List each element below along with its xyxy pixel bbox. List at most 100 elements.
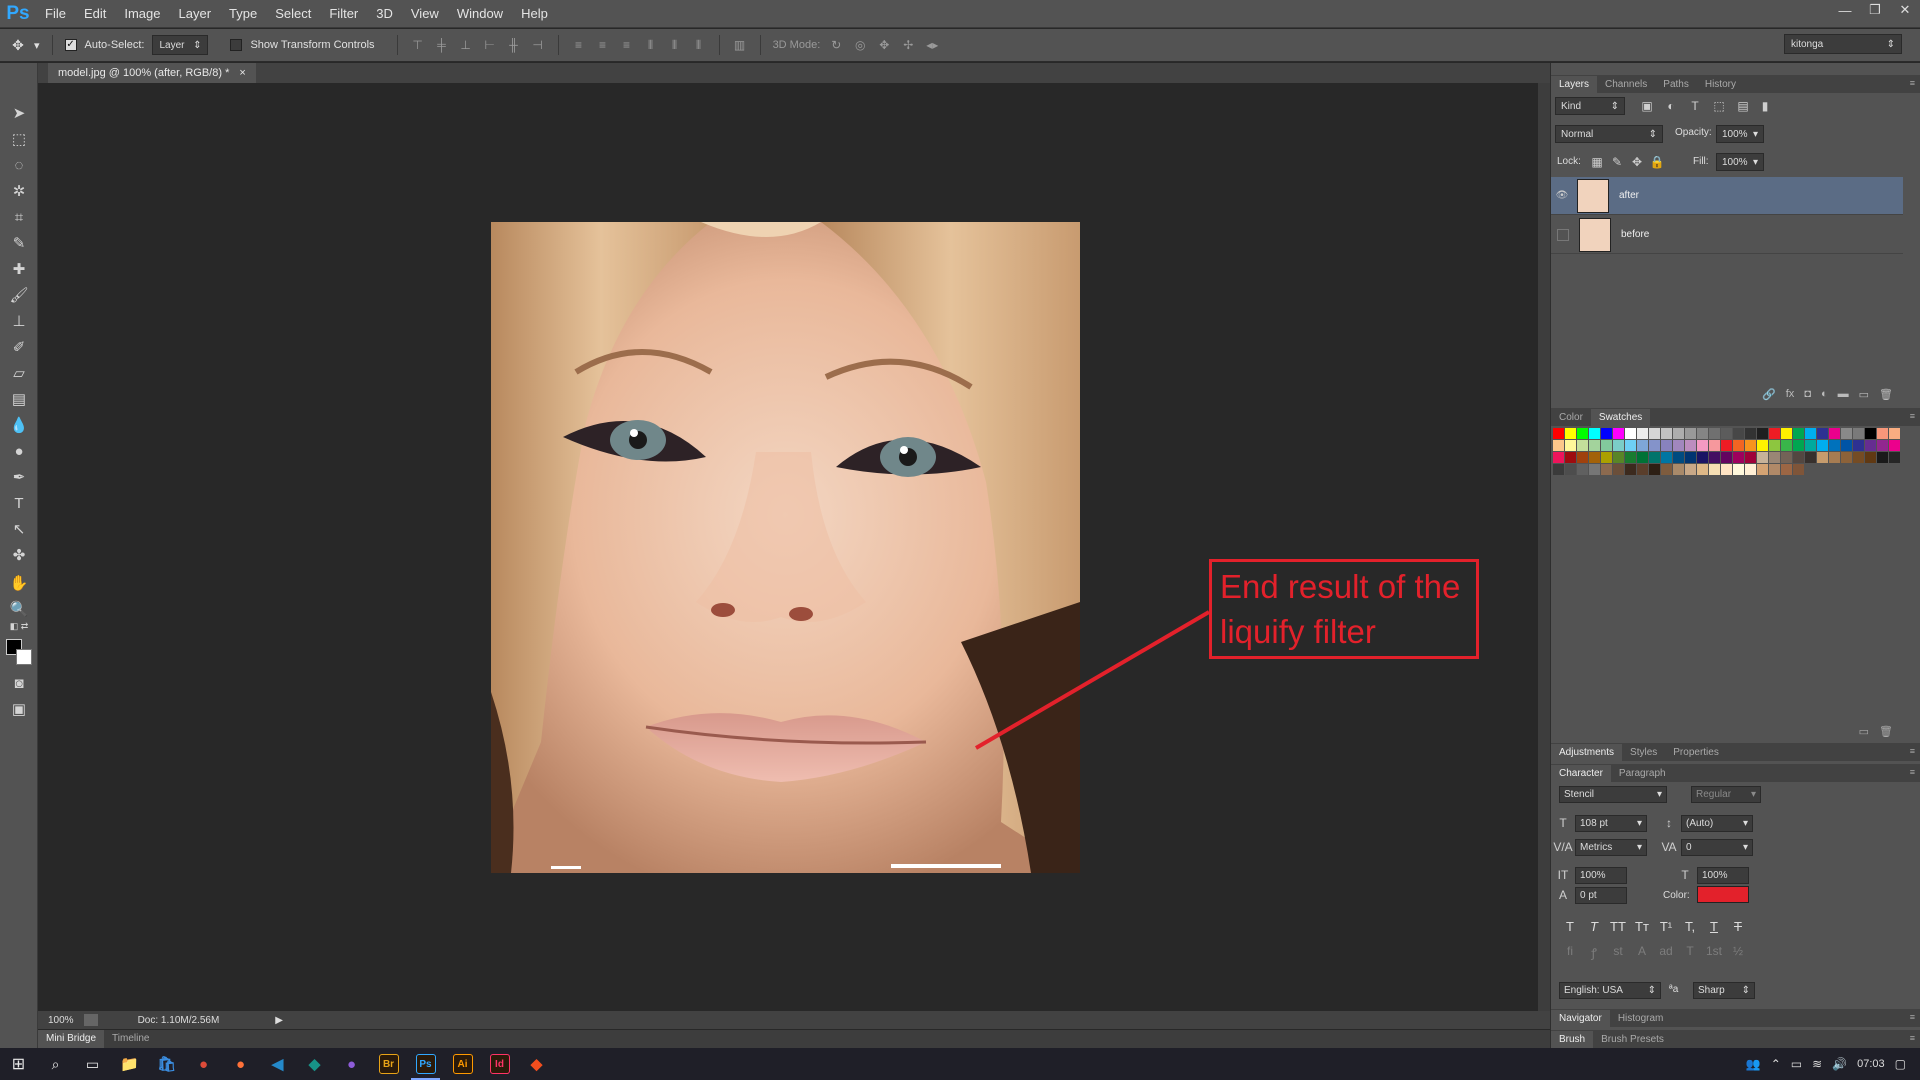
close-icon[interactable]: ✕ xyxy=(1890,0,1920,20)
swatch[interactable] xyxy=(1721,452,1732,463)
status-info-icon[interactable] xyxy=(83,1014,98,1026)
layer-visibility-toggle[interactable] xyxy=(1557,228,1569,241)
swatch[interactable] xyxy=(1673,464,1684,475)
tab-adjustments[interactable]: Adjustments xyxy=(1551,744,1623,761)
swatch[interactable] xyxy=(1721,464,1732,475)
swatch[interactable] xyxy=(1841,452,1852,463)
taskbar-photoshop-icon[interactable]: Ps xyxy=(407,1048,444,1080)
font-family-dropdown[interactable]: Stencil ▾ xyxy=(1559,786,1667,803)
tab-swatches[interactable]: Swatches xyxy=(1590,409,1651,426)
swatch[interactable] xyxy=(1697,464,1708,475)
distribute-hcenter-icon[interactable]: ⦀ xyxy=(667,37,683,53)
lock-transparent-icon[interactable]: ▦ xyxy=(1589,154,1605,170)
titling-alternates-button[interactable]: T xyxy=(1681,944,1699,962)
swatch[interactable] xyxy=(1805,440,1816,451)
swatch[interactable] xyxy=(1757,440,1768,451)
swatch[interactable] xyxy=(1853,440,1864,451)
swatch[interactable] xyxy=(1769,452,1780,463)
align-left-icon[interactable]: ⊢ xyxy=(482,37,498,53)
quick-mask-icon[interactable]: ◙ xyxy=(6,671,32,695)
layer-row-before[interactable]: before xyxy=(1551,216,1903,254)
swatch[interactable] xyxy=(1625,428,1636,439)
language-dropdown[interactable]: English: USA ⇕ xyxy=(1559,982,1661,999)
swatch[interactable] xyxy=(1553,464,1564,475)
swatch[interactable] xyxy=(1649,440,1660,451)
swatch[interactable] xyxy=(1877,452,1888,463)
adjustment-layer-icon[interactable]: ◐ xyxy=(1821,388,1828,406)
menu-view[interactable]: View xyxy=(402,0,448,28)
ligatures-button[interactable]: fi xyxy=(1561,944,1579,962)
swatch[interactable] xyxy=(1769,428,1780,439)
kerning-field[interactable]: Metrics ▾ xyxy=(1575,839,1647,856)
swatch[interactable] xyxy=(1757,452,1768,463)
blur-tool-icon[interactable]: 💧 xyxy=(6,413,32,437)
lasso-tool-icon[interactable]: ◌ xyxy=(6,153,32,177)
delete-layer-icon[interactable]: 🗑 xyxy=(1879,388,1893,406)
taskbar-indesign-icon[interactable]: Id xyxy=(481,1048,518,1080)
document-tab[interactable]: model.jpg @ 100% (after, RGB/8) * × xyxy=(48,63,256,83)
swatch[interactable] xyxy=(1829,440,1840,451)
tab-paths[interactable]: Paths xyxy=(1655,76,1697,93)
swatch[interactable] xyxy=(1577,452,1588,463)
swatch[interactable] xyxy=(1709,452,1720,463)
swatch[interactable] xyxy=(1793,452,1804,463)
swatch[interactable] xyxy=(1613,452,1624,463)
filter-adjustment-icon[interactable]: ◐ xyxy=(1663,98,1679,114)
swatch[interactable] xyxy=(1757,428,1768,439)
swatch[interactable] xyxy=(1709,440,1720,451)
swatch[interactable] xyxy=(1577,464,1588,475)
swatch[interactable] xyxy=(1553,428,1564,439)
tab-styles[interactable]: Styles xyxy=(1622,744,1665,761)
restore-icon[interactable]: ❐ xyxy=(1860,0,1890,20)
menu-select[interactable]: Select xyxy=(266,0,320,28)
panel-menu-icon[interactable]: ≡ xyxy=(1910,408,1915,425)
swatch[interactable] xyxy=(1877,440,1888,451)
swatch[interactable] xyxy=(1745,464,1756,475)
discretionary-ligatures-button[interactable]: st xyxy=(1609,944,1627,962)
windows-start-icon[interactable]: ⊞ xyxy=(0,1048,37,1080)
swatch[interactable] xyxy=(1673,440,1684,451)
gradient-tool-icon[interactable]: ▤ xyxy=(6,387,32,411)
distribute-left-icon[interactable]: ⦀ xyxy=(643,37,659,53)
swatch[interactable] xyxy=(1733,464,1744,475)
menu-file[interactable]: File xyxy=(36,0,75,28)
pen-tool-icon[interactable]: ✒ xyxy=(6,465,32,489)
move-tool-icon[interactable]: ➤ xyxy=(6,101,32,125)
old-style-button[interactable]: ꝭ xyxy=(1585,944,1603,962)
swatch[interactable] xyxy=(1781,428,1792,439)
menu-help[interactable]: Help xyxy=(512,0,557,28)
swatch[interactable] xyxy=(1721,440,1732,451)
3d-scale-icon[interactable]: ◂▸ xyxy=(924,37,940,53)
panel-menu-icon[interactable]: ≡ xyxy=(1910,743,1915,760)
swatch[interactable] xyxy=(1793,464,1804,475)
3d-roll-icon[interactable]: ◎ xyxy=(852,37,868,53)
swatch[interactable] xyxy=(1745,428,1756,439)
align-right-icon[interactable]: ⊣ xyxy=(530,37,546,53)
eyedropper-icon[interactable]: ✎ xyxy=(6,231,32,255)
dodge-tool-icon[interactable]: ● xyxy=(6,439,32,463)
ordinals-button[interactable]: 1st xyxy=(1705,944,1723,962)
text-color-swatch[interactable] xyxy=(1697,886,1749,903)
filter-pixel-icon[interactable]: ▣ xyxy=(1639,98,1655,114)
swatch[interactable] xyxy=(1637,440,1648,451)
swatch[interactable] xyxy=(1781,464,1792,475)
swatch[interactable] xyxy=(1601,464,1612,475)
taskbar-illustrator-icon[interactable]: Ai xyxy=(444,1048,481,1080)
menu-filter[interactable]: Filter xyxy=(320,0,367,28)
swatch[interactable] xyxy=(1565,440,1576,451)
panel-menu-icon[interactable]: ≡ xyxy=(1910,764,1915,781)
swatch[interactable] xyxy=(1637,452,1648,463)
swatch[interactable] xyxy=(1613,428,1624,439)
menu-edit[interactable]: Edit xyxy=(75,0,115,28)
swatch[interactable] xyxy=(1853,428,1864,439)
status-menu-arrow-icon[interactable]: ▶ xyxy=(275,1015,283,1026)
menu-window[interactable]: Window xyxy=(448,0,512,28)
tray-chevron-icon[interactable]: ⌃ xyxy=(1771,1057,1781,1071)
tab-mini-bridge[interactable]: Mini Bridge xyxy=(38,1030,105,1048)
tab-layers[interactable]: Layers xyxy=(1551,76,1598,93)
swatch[interactable] xyxy=(1601,452,1612,463)
default-colors-icon[interactable]: ◧ ⇄ xyxy=(6,619,32,633)
swatch[interactable] xyxy=(1637,464,1648,475)
swatch[interactable] xyxy=(1577,440,1588,451)
taskbar-store-icon[interactable]: 🛍 xyxy=(148,1048,185,1080)
